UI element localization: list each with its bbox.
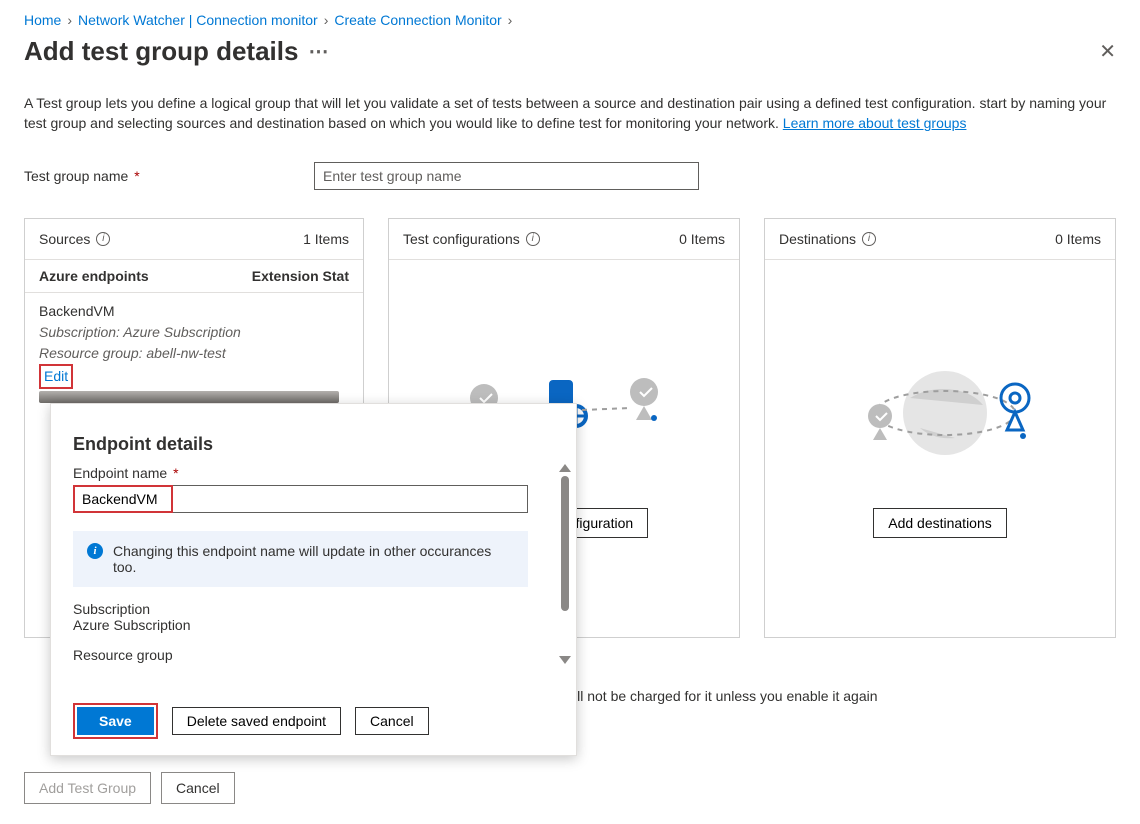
destinations-panel: Destinations i 0 Items bbox=[764, 218, 1116, 638]
more-icon[interactable]: ⋯ bbox=[308, 39, 328, 64]
test-group-name-input[interactable] bbox=[314, 162, 699, 190]
required-icon: * bbox=[134, 168, 139, 184]
subscription-label: Subscription bbox=[73, 601, 554, 617]
decorative-bar bbox=[39, 391, 339, 403]
info-icon[interactable]: i bbox=[96, 232, 110, 246]
crumb-watcher[interactable]: Network Watcher | Connection monitor bbox=[78, 12, 318, 28]
info-text: Changing this endpoint name will update … bbox=[113, 543, 514, 575]
chevron-right-icon: › bbox=[508, 12, 513, 28]
add-test-group-button[interactable]: Add Test Group bbox=[24, 772, 151, 804]
sources-col-endpoints: Azure endpoints bbox=[39, 268, 149, 284]
scrollbar[interactable] bbox=[560, 464, 570, 664]
crumb-create[interactable]: Create Connection Monitor bbox=[334, 12, 501, 28]
resource-group-label: Resource group bbox=[73, 647, 554, 663]
cancel-button[interactable]: Cancel bbox=[161, 772, 235, 804]
learn-more-link[interactable]: Learn more about test groups bbox=[783, 115, 967, 131]
disable-note: ill not be charged for it unless you ena… bbox=[574, 688, 1116, 704]
breadcrumb: Home › Network Watcher | Connection moni… bbox=[24, 12, 1116, 28]
subscription-value: Azure Subscription bbox=[73, 617, 554, 633]
endpoint-details-popup: Endpoint details Endpoint name * i Chang… bbox=[50, 403, 577, 756]
page-title: Add test group details bbox=[24, 36, 298, 67]
crumb-home[interactable]: Home bbox=[24, 12, 61, 28]
popup-cancel-button[interactable]: Cancel bbox=[355, 707, 429, 735]
chevron-right-icon: › bbox=[67, 12, 72, 28]
source-item: BackendVM Subscription: Azure Subscripti… bbox=[25, 293, 363, 409]
close-icon[interactable]: ✕ bbox=[1099, 39, 1116, 64]
source-resource-group: Resource group: abell-nw-test bbox=[39, 343, 349, 364]
sources-title: Sources bbox=[39, 231, 90, 247]
destinations-count: 0 Items bbox=[1055, 231, 1101, 247]
testcfg-title: Test configurations bbox=[403, 231, 520, 247]
required-icon: * bbox=[173, 465, 178, 481]
source-name: BackendVM bbox=[39, 301, 349, 322]
destinations-graphic bbox=[830, 358, 1050, 478]
testcfg-count: 0 Items bbox=[679, 231, 725, 247]
sources-col-extension: Extension Stat bbox=[252, 268, 349, 284]
source-subscription: Subscription: Azure Subscription bbox=[39, 322, 349, 343]
info-icon: i bbox=[87, 543, 103, 559]
add-destinations-button[interactable]: Add destinations bbox=[873, 508, 1007, 538]
info-callout: i Changing this endpoint name will updat… bbox=[73, 531, 528, 587]
endpoint-name-label: Endpoint name bbox=[73, 465, 167, 481]
delete-endpoint-button[interactable]: Delete saved endpoint bbox=[172, 707, 341, 735]
test-group-name-label: Test group name bbox=[24, 168, 128, 184]
endpoint-name-input[interactable] bbox=[73, 485, 528, 513]
info-icon[interactable]: i bbox=[862, 232, 876, 246]
chevron-right-icon: › bbox=[324, 12, 329, 28]
page-description: A Test group lets you define a logical g… bbox=[24, 93, 1116, 134]
save-button[interactable]: Save bbox=[77, 707, 154, 735]
source-edit-link[interactable]: Edit bbox=[44, 366, 68, 387]
sources-count: 1 Items bbox=[303, 231, 349, 247]
popup-title: Endpoint details bbox=[73, 434, 554, 455]
info-icon[interactable]: i bbox=[526, 232, 540, 246]
destinations-title: Destinations bbox=[779, 231, 856, 247]
